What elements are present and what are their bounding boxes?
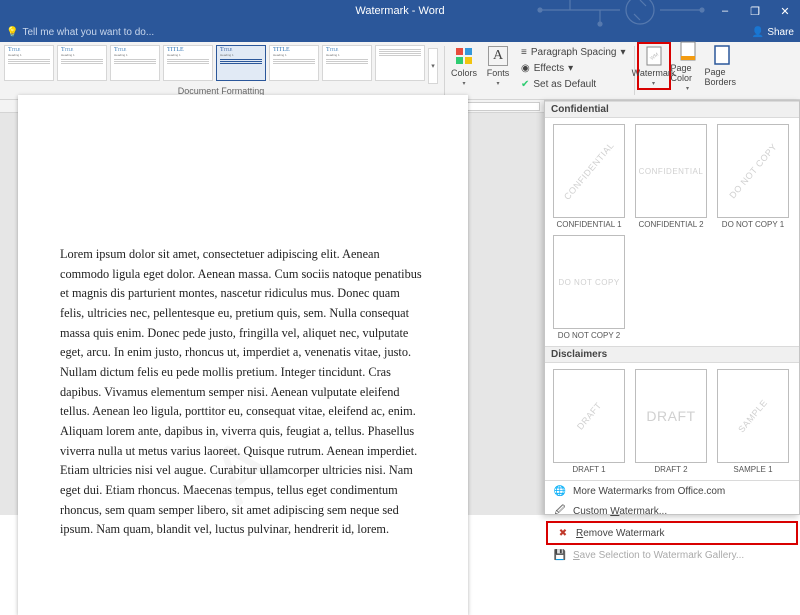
watermark-menu: 🌐More Watermarks from Office.com 🖉Custom… — [545, 480, 799, 565]
watermark-option[interactable]: DO NOT COPY DO NOT COPY 2 — [551, 235, 627, 340]
window-controls: – ❐ ✕ — [710, 0, 800, 22]
check-icon: ✔ — [521, 79, 529, 90]
set-default-button[interactable]: ✔Set as Default — [521, 77, 626, 91]
style-thumb[interactable] — [375, 45, 425, 81]
style-thumb[interactable]: TitleHeading 1 — [57, 45, 107, 81]
page-borders-icon — [712, 45, 732, 65]
effects-button[interactable]: ◉Effects ▾ — [521, 61, 626, 75]
fonts-icon: A — [488, 46, 508, 66]
style-thumb[interactable]: TitleHeading 1 — [110, 45, 160, 81]
watermark-thumb: CONFIDENTIAL — [635, 124, 707, 218]
style-gallery-more[interactable]: ▾ — [428, 48, 438, 84]
ribbon: TitleHeading 1 TitleHeading 1 TitleHeadi… — [0, 42, 800, 100]
watermark-option[interactable]: DRAFT DRAFT 1 — [551, 369, 627, 474]
tell-me-input[interactable]: Tell me what you want to do... — [22, 27, 154, 38]
disclaimers-grid: DRAFT DRAFT 1 DRAFT DRAFT 2 SAMPLE SAMPLE 1 — [545, 363, 799, 480]
watermark-icon: WM — [644, 46, 664, 66]
page-borders-button[interactable]: Page Borders — [705, 42, 739, 90]
paragraph-icon: ≡ — [521, 47, 527, 58]
watermark-thumb: DO NOT COPY — [717, 124, 789, 218]
globe-icon: 🌐 — [553, 484, 567, 498]
page-color-button[interactable]: Page Color▾ — [671, 42, 705, 90]
style-thumb[interactable]: TITLEHeading 1 — [269, 45, 319, 81]
custom-watermark-item[interactable]: 🖉Custom Watermark... — [545, 501, 799, 521]
watermark-button[interactable]: WM Watermark▾ — [637, 42, 671, 90]
watermark-thumb: DO NOT COPY — [553, 235, 625, 329]
style-thumb[interactable]: TitleHeading 1 — [322, 45, 372, 81]
colors-icon — [454, 46, 474, 66]
style-thumb[interactable]: TitleHeading 1 — [4, 45, 54, 81]
style-thumb-selected[interactable]: TitleHeading 1 — [216, 45, 266, 81]
save-icon: 💾 — [553, 548, 567, 562]
watermark-thumb: CONFIDENTIAL — [553, 124, 625, 218]
watermark-caption: CONFIDENTIAL 1 — [556, 220, 621, 229]
watermark-option[interactable]: SAMPLE SAMPLE 1 — [715, 369, 791, 474]
paragraph-spacing-button[interactable]: ≡Paragraph Spacing ▾ — [521, 45, 626, 59]
section-disclaimers: Disclaimers — [545, 346, 799, 363]
watermark-thumb: DRAFT — [635, 369, 707, 463]
watermark-thumb: SAMPLE — [717, 369, 789, 463]
fonts-button[interactable]: A Fonts▾ — [481, 42, 515, 90]
style-gallery[interactable]: TitleHeading 1 TitleHeading 1 TitleHeadi… — [0, 42, 442, 84]
save-selection-item: 💾Save Selection to Watermark Gallery... — [545, 545, 799, 565]
watermark-caption: CONFIDENTIAL 2 — [638, 220, 703, 229]
document-formatting-group: TitleHeading 1 TitleHeading 1 TitleHeadi… — [0, 42, 442, 99]
watermark-thumb: DRAFT — [553, 369, 625, 463]
watermark-option[interactable]: DRAFT DRAFT 2 — [633, 369, 709, 474]
watermark-option[interactable]: CONFIDENTIAL CONFIDENTIAL 1 — [551, 124, 627, 229]
watermark-option[interactable]: DO NOT COPY DO NOT COPY 1 — [715, 124, 791, 229]
section-confidential: Confidential — [545, 101, 799, 118]
watermark-caption: DO NOT COPY 2 — [558, 331, 620, 340]
watermark-caption: DRAFT 2 — [654, 465, 687, 474]
app-title: Watermark - Word — [355, 5, 444, 17]
document-page[interactable]: A Lorem ipsum dolor sit amet, consectetu… — [18, 95, 468, 615]
separator — [444, 46, 445, 95]
page-color-icon — [678, 41, 698, 61]
bulb-icon: 💡 — [6, 27, 18, 38]
watermark-caption: DO NOT COPY 1 — [722, 220, 784, 229]
paragraph-options: ≡Paragraph Spacing ▾ ◉Effects ▾ ✔Set as … — [515, 42, 632, 99]
watermark-gallery-panel: Confidential CONFIDENTIALCONFIDENTIAL 1C… — [544, 100, 800, 515]
more-watermarks-item[interactable]: 🌐More Watermarks from Office.com — [545, 481, 799, 501]
close-button[interactable]: ✕ — [770, 0, 800, 22]
remove-watermark-item[interactable]: ✖Remove Watermark — [546, 521, 798, 545]
share-icon: 👤 — [752, 27, 764, 38]
confidential-grid: CONFIDENTIALCONFIDENTIAL 1CONFIDENTIALCO… — [545, 118, 799, 346]
share-label: Share — [767, 27, 794, 38]
watermark-caption: SAMPLE 1 — [733, 465, 772, 474]
decorative-circuit — [530, 0, 710, 35]
style-thumb[interactable]: TITLEHeading 1 — [163, 45, 213, 81]
colors-button[interactable]: Colors▾ — [447, 42, 481, 90]
share-button[interactable]: 👤 Share — [752, 27, 794, 38]
minimize-button[interactable]: – — [710, 0, 740, 22]
document-body-text[interactable]: Lorem ipsum dolor sit amet, consectetuer… — [60, 245, 426, 540]
watermark-caption: DRAFT 1 — [572, 465, 605, 474]
custom-icon: 🖉 — [553, 504, 567, 518]
remove-icon: ✖ — [556, 526, 570, 540]
watermark-option[interactable]: CONFIDENTIAL CONFIDENTIAL 2 — [633, 124, 709, 229]
restore-button[interactable]: ❐ — [740, 0, 770, 22]
title-bar: Watermark - Word – ❐ ✕ — [0, 0, 800, 22]
effects-icon: ◉ — [521, 63, 530, 74]
